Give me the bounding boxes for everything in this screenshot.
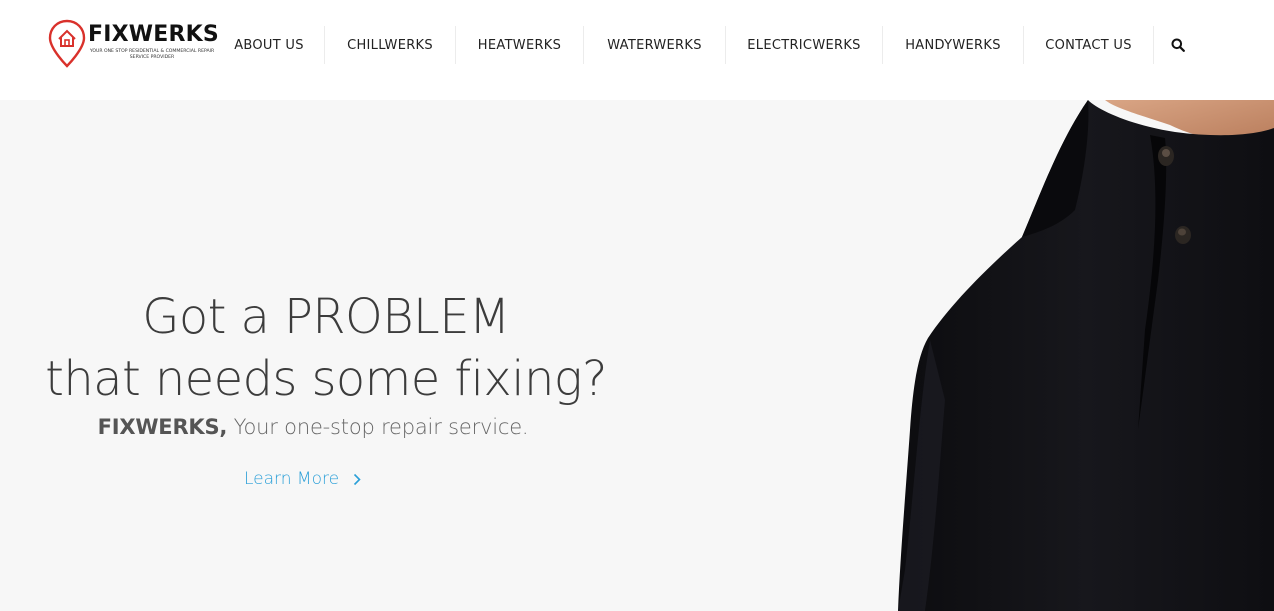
hero-headline-line-1: Got a PROBLEM bbox=[142, 289, 510, 345]
location-pin-house-icon bbox=[48, 19, 86, 68]
brand-name: FIXWERKS bbox=[88, 22, 219, 47]
hero-banner: Got a PROBLEM that needs some fixing? FI… bbox=[0, 100, 1274, 611]
search-button[interactable] bbox=[1154, 26, 1202, 64]
hero-headline-line-2: that needs some fixing? bbox=[45, 351, 607, 407]
search-icon bbox=[1171, 38, 1185, 52]
site-logo[interactable]: FIXWERKS YOUR ONE STOP RESIDENTIAL & COM… bbox=[48, 19, 219, 71]
hero-headline: Got a PROBLEM that needs some fixing? bbox=[0, 286, 652, 410]
site-header: FIXWERKS YOUR ONE STOP RESIDENTIAL & COM… bbox=[0, 0, 1274, 100]
learn-more-link[interactable]: Learn More bbox=[244, 466, 361, 492]
chevron-right-icon bbox=[353, 473, 361, 485]
learn-more-label: Learn More bbox=[244, 469, 340, 489]
nav-item-electricwerks[interactable]: ELECTRICWERKS bbox=[726, 26, 883, 64]
main-nav: ABOUT US CHILLWERKS HEATWERKS WATERWERKS… bbox=[214, 26, 1202, 64]
nav-item-heatwerks[interactable]: HEATWERKS bbox=[456, 26, 584, 64]
hero-subline: FIXWERKS, Your one-stop repair service. bbox=[0, 415, 626, 439]
nav-item-chillwerks[interactable]: CHILLWERKS bbox=[325, 26, 456, 64]
nav-item-contact-us[interactable]: CONTACT US bbox=[1024, 26, 1154, 64]
nav-item-waterwerks[interactable]: WATERWERKS bbox=[584, 26, 726, 64]
hero-subline-text: Your one-stop repair service. bbox=[227, 415, 529, 439]
nav-item-handywerks[interactable]: HANDYWERKS bbox=[883, 26, 1024, 64]
hero-subline-brand: FIXWERKS, bbox=[97, 415, 228, 439]
brand-tagline: YOUR ONE STOP RESIDENTIAL & COMMERCIAL R… bbox=[89, 49, 215, 60]
nav-item-about-us[interactable]: ABOUT US bbox=[214, 26, 325, 64]
